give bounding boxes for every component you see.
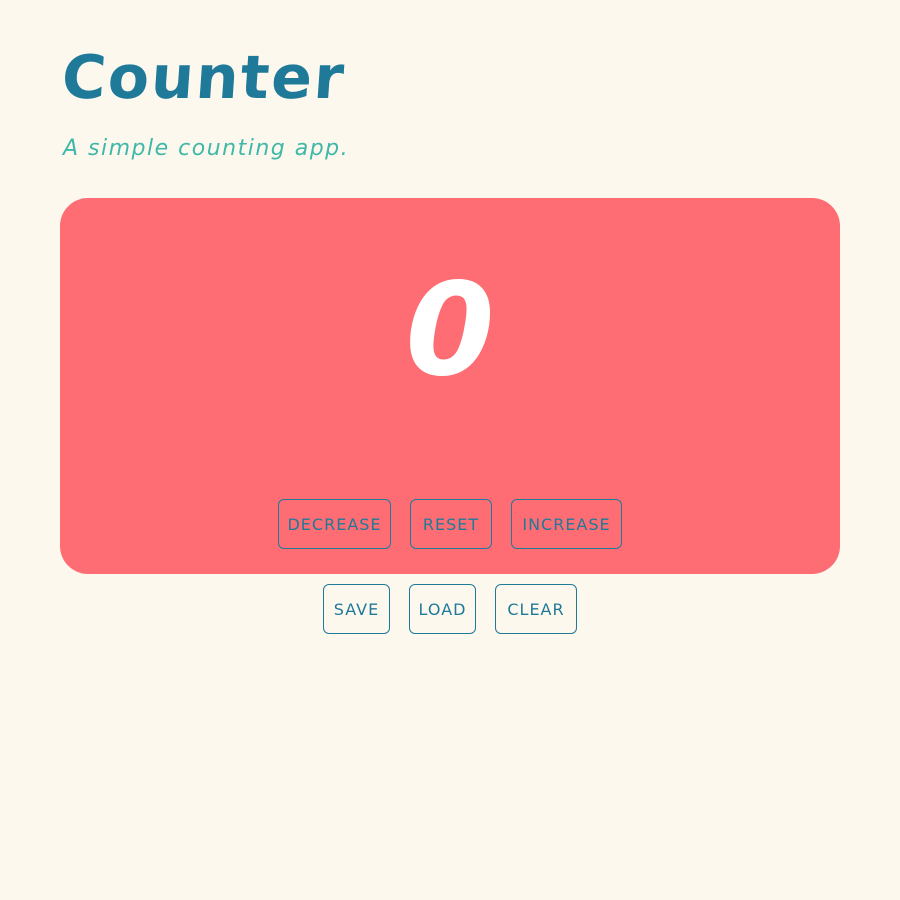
counter-card: 0 Decrease Reset Increase bbox=[60, 198, 840, 574]
storage-controls: Save Load Clear bbox=[0, 584, 900, 634]
app-title: Counter bbox=[59, 43, 349, 113]
reset-button[interactable]: Reset bbox=[410, 499, 492, 549]
counter-controls: Decrease Reset Increase bbox=[60, 499, 840, 549]
counter-value: 0 bbox=[405, 256, 495, 405]
increase-button[interactable]: Increase bbox=[511, 499, 622, 549]
save-button[interactable]: Save bbox=[323, 584, 390, 634]
load-button[interactable]: Load bbox=[409, 584, 476, 634]
clear-button[interactable]: Clear bbox=[495, 584, 577, 634]
decrease-button[interactable]: Decrease bbox=[278, 499, 391, 549]
app-subtitle: A simple counting app. bbox=[63, 136, 350, 161]
